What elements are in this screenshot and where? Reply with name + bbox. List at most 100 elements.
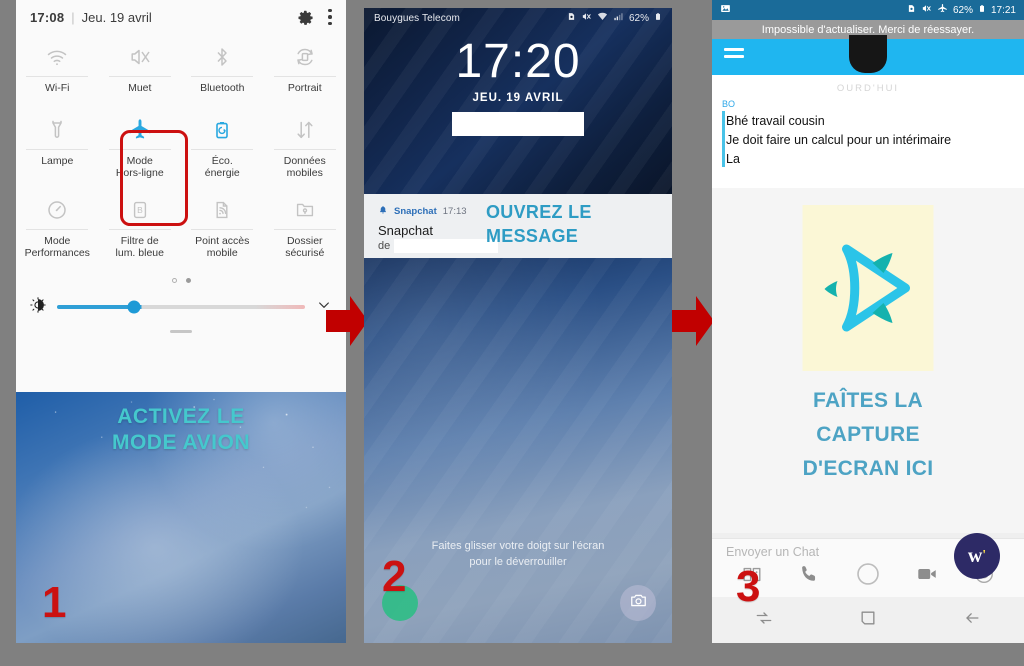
wifi-icon [597,11,608,25]
qs-tile-blue-light-filter[interactable]: B Filtre de lum. bleue [99,187,182,271]
avatar[interactable] [849,35,887,73]
message-accent-bar [722,111,725,167]
brightness-slider-knob[interactable] [127,300,141,314]
battery-percent: 62% [628,12,649,24]
home-icon[interactable] [858,608,878,633]
qs-tile-flashlight[interactable]: Lampe [16,107,99,187]
wallpaper-step1: ACTIVEZ LE MODE AVION 1 [16,392,346,643]
quick-settings-panel: 17:08 | Jeu. 19 avril Wi-Fi Muet Bluetoo… [16,0,346,392]
unlock-hint-line2: pour le déverrouiller [469,556,567,568]
system-icons: 62% [567,11,662,25]
message-sender: BO [722,99,736,109]
tile-divider [273,149,336,150]
camera-shortcut[interactable] [620,585,656,621]
qs-tile-performance-mode[interactable]: Mode Performances [16,187,99,271]
pager-dot-active[interactable] [185,277,191,283]
pager-dot[interactable] [171,277,177,283]
qs-tile-label: Dossier sécurisé [285,235,325,259]
qs-tile-power-saving[interactable]: Éco. énergie [181,107,264,187]
qs-tile-label: Wi-Fi [45,82,70,94]
quick-settings-pager[interactable] [16,271,346,289]
lockscreen-top: Bouygues Telecom 62% 17:20 JEU. 19 AVRIL [364,8,672,194]
caption-step1: ACTIVEZ LE MODE AVION [16,404,346,456]
brightness-row [16,289,346,325]
notification-subtitle-prefix: de [378,240,391,252]
phone-screenshot-step-3: 62% 17:21 Impossible d'actualiser. Merci… [712,0,1024,643]
call-icon[interactable] [798,563,820,590]
gear-icon[interactable] [296,8,314,26]
qs-tile-label: Lampe [41,155,74,167]
status-left [720,3,907,17]
screenshot-icon [720,3,731,17]
mobile-data-icon [293,115,317,145]
tile-divider [191,76,254,77]
sim-icon [567,11,576,25]
caption-step2: OUVREZ LE MESSAGE [486,200,666,248]
snapchat-top-bar [712,35,1024,75]
recents-icon[interactable] [754,608,774,633]
watermark-letter: w [967,544,983,567]
bell-icon [378,202,388,220]
caption-step2-line1: OUVREZ LE [486,202,592,222]
performance-mode-icon [45,195,69,225]
tutorial-stage: 17:08 | Jeu. 19 avril Wi-Fi Muet Bluetoo… [0,0,1024,666]
video-call-icon[interactable] [916,563,938,590]
tile-divider [26,229,89,230]
secure-folder-icon [293,195,317,225]
hamburger-menu-icon[interactable] [724,48,744,62]
tile-divider [108,229,171,230]
qs-tile-mute[interactable]: Muet [99,34,182,107]
qs-tile-mobile-hotspot[interactable]: Point accès mobile [181,187,264,271]
status-bar-step2: Bouygues Telecom 62% [364,8,672,28]
camera-shutter-icon[interactable] [855,561,881,592]
unlock-hint-line1: Faites glisser votre doigt sur l'écran [431,540,605,552]
caption-step1-line2: MODE AVION [111,431,250,454]
qs-tile-label: Mode Hors-ligne [115,155,164,179]
caption-step3-line3: D'ECRAN ICI [802,457,934,480]
qs-tile-mobile-data[interactable]: Données mobiles [264,107,347,187]
tile-divider [26,76,89,77]
lockscreen-body[interactable]: Faites glisser votre doigt sur l'écran p… [364,258,672,643]
mute-icon [581,11,592,25]
snapchat-notification[interactable]: Snapchat 17:13 Snapchat de OUVREZ LE MES… [364,194,672,258]
signal-icon [613,11,624,25]
back-icon[interactable] [962,608,982,633]
status-time: 17:21 [990,4,1016,16]
battery-icon [978,3,986,17]
caption-step1-line1: ACTIVEZ LE [117,405,245,428]
caption-step3: FAÎTES LA CAPTURE D'ECRAN ICI [712,384,1024,486]
brightness-icon[interactable] [30,296,46,318]
tile-divider [191,149,254,150]
instruction-area: FAÎTES LA CAPTURE D'ECRAN ICI [712,188,1024,533]
status-right: 62% 17:21 [907,3,1016,17]
redaction-block [394,239,499,253]
qs-tile-label: Données mobiles [283,155,326,179]
message-line: Bhé travail cousin [726,114,825,128]
kebab-menu-icon[interactable] [328,8,332,26]
lockscreen-clock: 17:20 [455,35,581,88]
notification-time: 17:13 [442,205,467,217]
qs-tile-label: Filtre de lum. bleue [115,235,164,259]
status-bar-step3: 62% 17:21 [712,0,1024,20]
qs-tile-portrait[interactable]: Portrait [264,34,347,107]
qs-tile-bluetooth[interactable]: Bluetooth [181,34,264,107]
wifi-icon [45,42,69,72]
qs-tile-wifi[interactable]: Wi-Fi [16,34,99,107]
tile-divider [273,229,336,230]
bluetooth-icon [210,42,234,72]
qs-tile-airplane-mode[interactable]: Mode Hors-ligne [99,107,182,187]
step-number-3: 3 [736,562,761,611]
watermark-mark: ' [982,548,987,563]
svg-text:B: B [137,205,143,215]
brightness-slider[interactable] [57,300,305,314]
phone-screenshot-step-1: 17:08 | Jeu. 19 avril Wi-Fi Muet Bluetoo… [16,0,346,643]
battery-percent: 62% [952,4,973,16]
tile-divider [108,76,171,77]
lockscreen-date: JEU. 19 AVRIL [472,92,564,104]
camera-icon [629,591,648,615]
quick-settings-grid: Wi-Fi Muet Bluetooth Portrait Lampe Mode… [16,34,346,271]
redaction-block [452,112,584,136]
qs-tile-secure-folder[interactable]: Dossier sécurisé [264,187,347,271]
power-saving-icon [210,115,234,145]
panel-drag-handle[interactable] [16,325,346,333]
